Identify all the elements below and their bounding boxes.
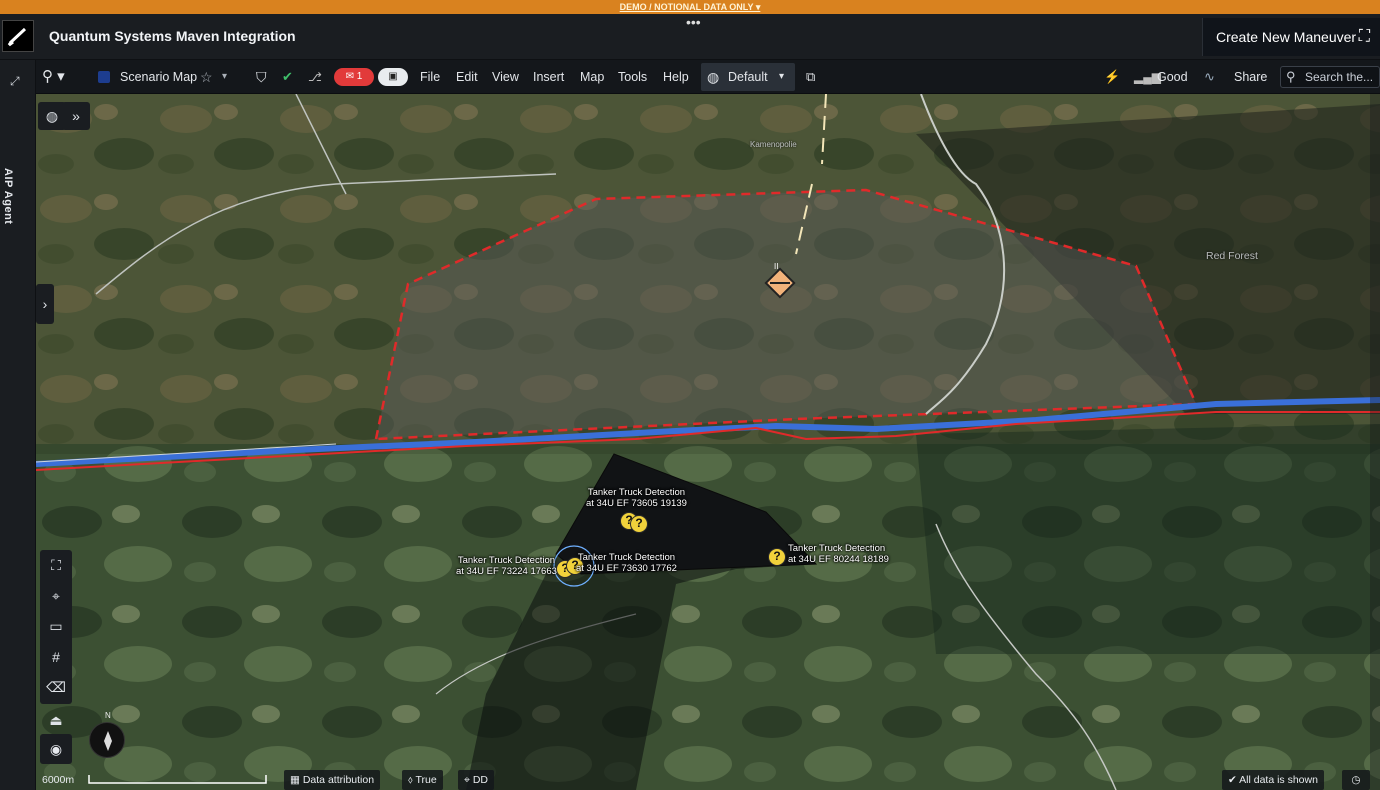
- pin-icon: ⌖: [464, 774, 473, 786]
- favorite-star-icon[interactable]: ☆: [200, 60, 213, 94]
- map-doc-icon: [98, 60, 110, 94]
- detection-coords: at 34U EF 73224 17663: [456, 566, 557, 577]
- check-icon[interactable]: ✔: [282, 60, 293, 94]
- map-icon: ▦: [290, 774, 303, 786]
- map-imagery: II: [36, 94, 1380, 790]
- mail-icon: ✉: [345, 71, 357, 82]
- compass-icon[interactable]: N: [89, 711, 125, 758]
- north-value: True: [415, 774, 437, 786]
- branch-icon[interactable]: ⎇: [308, 60, 322, 94]
- menu-help[interactable]: Help: [663, 60, 689, 94]
- search-icon: ⚲: [1286, 69, 1296, 84]
- check-circle-icon: ✔: [1228, 774, 1240, 786]
- scale-bar: 6000m: [36, 770, 276, 790]
- menu-file[interactable]: File: [420, 60, 440, 94]
- toolbar: ⚲ ▾ Scenario Map ☆ ▾ ⛉ ✔ ⎇ ✉ 1 ▣ File Ed…: [36, 60, 1380, 94]
- detection-title: Tanker Truck Detection: [577, 552, 676, 563]
- location-pin-icon[interactable]: ⌖: [40, 581, 72, 611]
- menu-map[interactable]: Map: [580, 60, 604, 94]
- right-side-panel-edge: [1370, 94, 1380, 790]
- layout-dropdown[interactable]: ◍ Default ▾: [701, 63, 795, 91]
- app-title: Quantum Systems Maven Integration: [49, 28, 296, 44]
- detection-coords: at 34U EF 80244 18189: [788, 554, 889, 565]
- detection-coords: at 34U EF 73605 19139: [586, 498, 687, 509]
- place-label: Kamenopolie: [750, 140, 797, 149]
- copy-icon[interactable]: ⧉: [806, 60, 815, 94]
- coord-format-value: DD: [472, 774, 489, 786]
- menu-tools[interactable]: Tools: [618, 60, 647, 94]
- app-logo-icon[interactable]: [2, 20, 34, 52]
- rectangle-icon[interactable]: ▭: [40, 611, 72, 641]
- eraser-icon[interactable]: ⌫: [40, 672, 72, 702]
- chevron-down-icon[interactable]: ▾: [222, 60, 227, 94]
- maneuver-icon: ⛶: [1358, 28, 1370, 45]
- data-attribution-label: Data attribution: [302, 774, 375, 786]
- detection-title: Tanker Truck Detection: [587, 487, 686, 498]
- layout-dropdown-value: Default: [728, 70, 768, 84]
- map-tools-panel: ⛶ ⌖ ▭ # ⌫: [40, 550, 72, 704]
- data-attribution-button[interactable]: ▦ Data attribution: [284, 770, 381, 790]
- lightning-icon[interactable]: ⚡: [1104, 60, 1120, 94]
- create-button-label: Create New Maneuver: [1216, 29, 1357, 45]
- menu-edit[interactable]: Edit: [456, 60, 478, 94]
- create-new-maneuver-button[interactable]: Create New Maneuver ⛶: [1202, 18, 1380, 56]
- map-status-bar: 6000m ▦ Data attribution ⬨ True ⌖ DD ✔ A…: [36, 770, 1380, 790]
- drag-handle-icon[interactable]: •••: [686, 14, 701, 30]
- expand-icon[interactable]: ⤢: [10, 74, 20, 89]
- north-toggle[interactable]: ⬨ True: [402, 770, 443, 790]
- unit-marker-label: II: [774, 262, 778, 271]
- alerts-badge[interactable]: ✉ 1: [334, 68, 374, 86]
- detection-title: Tanker Truck Detection: [788, 543, 886, 554]
- title-bar: Quantum Systems Maven Integration ••• Cr…: [0, 14, 1380, 60]
- expand-panel-chevron-icon[interactable]: ›: [36, 284, 54, 324]
- data-status-label: All data is shown: [1239, 774, 1318, 786]
- classification-banner[interactable]: DEMO / NOTIONAL DATA ONLY ▾: [0, 0, 1380, 14]
- chevron-down-icon: ▾: [779, 71, 785, 82]
- menu-insert[interactable]: Insert: [533, 60, 564, 94]
- detection-label: Tanker Truck Detection at 34U EF 80244 1…: [788, 543, 889, 565]
- detection-label: Tanker Truck Detection at 34U EF 73630 1…: [576, 552, 677, 574]
- shield-icon[interactable]: ⛉: [256, 60, 267, 94]
- double-chevron-right-icon[interactable]: »: [62, 102, 90, 130]
- scale-label: 6000m: [42, 774, 75, 786]
- detection-marker-icon[interactable]: ?: [768, 548, 786, 566]
- coord-format-toggle[interactable]: ⌖ DD: [458, 770, 495, 790]
- activity-icon[interactable]: ∿: [1204, 60, 1215, 94]
- detection-title: Tanker Truck Detection: [457, 555, 556, 566]
- fit-bounds-icon[interactable]: ⛶: [40, 550, 72, 580]
- share-button[interactable]: Share: [1234, 60, 1267, 94]
- search-placeholder: Search the...: [1305, 70, 1374, 84]
- detection-label: Tanker Truck Detection at 34U EF 73605 1…: [586, 487, 687, 509]
- connection-status: Good: [1157, 70, 1188, 84]
- comments-toggle[interactable]: ▣: [378, 68, 408, 86]
- search-input[interactable]: ⚲ Search the...: [1280, 66, 1380, 88]
- grid-icon[interactable]: #: [40, 642, 72, 672]
- left-rail: ⤢ AIP Agent: [0, 60, 36, 790]
- detection-coords: at 34U EF 73630 17762: [576, 563, 677, 574]
- detection-marker-icon[interactable]: ?: [630, 515, 648, 533]
- map-canvas[interactable]: II Kamenopolie Red Forest ◍ » › Tanker T…: [36, 94, 1380, 790]
- data-status[interactable]: ✔ All data is shown: [1222, 770, 1324, 790]
- menu-view[interactable]: View: [492, 60, 519, 94]
- globe-icon: ◍: [707, 69, 720, 85]
- clock-icon[interactable]: ◷: [1342, 770, 1370, 790]
- layers-icon[interactable]: ⏏: [42, 706, 70, 734]
- camera-icon[interactable]: ◉: [40, 734, 72, 764]
- alert-count: 1: [356, 71, 363, 82]
- place-label: Red Forest: [1206, 250, 1258, 262]
- document-name[interactable]: Scenario Map: [120, 60, 197, 94]
- aip-agent-tab[interactable]: AIP Agent: [2, 168, 14, 224]
- detection-label: Tanker Truck Detection at 34U EF 73224 1…: [456, 555, 557, 577]
- workspace-switcher-icon[interactable]: ⚲ ▾: [42, 60, 65, 94]
